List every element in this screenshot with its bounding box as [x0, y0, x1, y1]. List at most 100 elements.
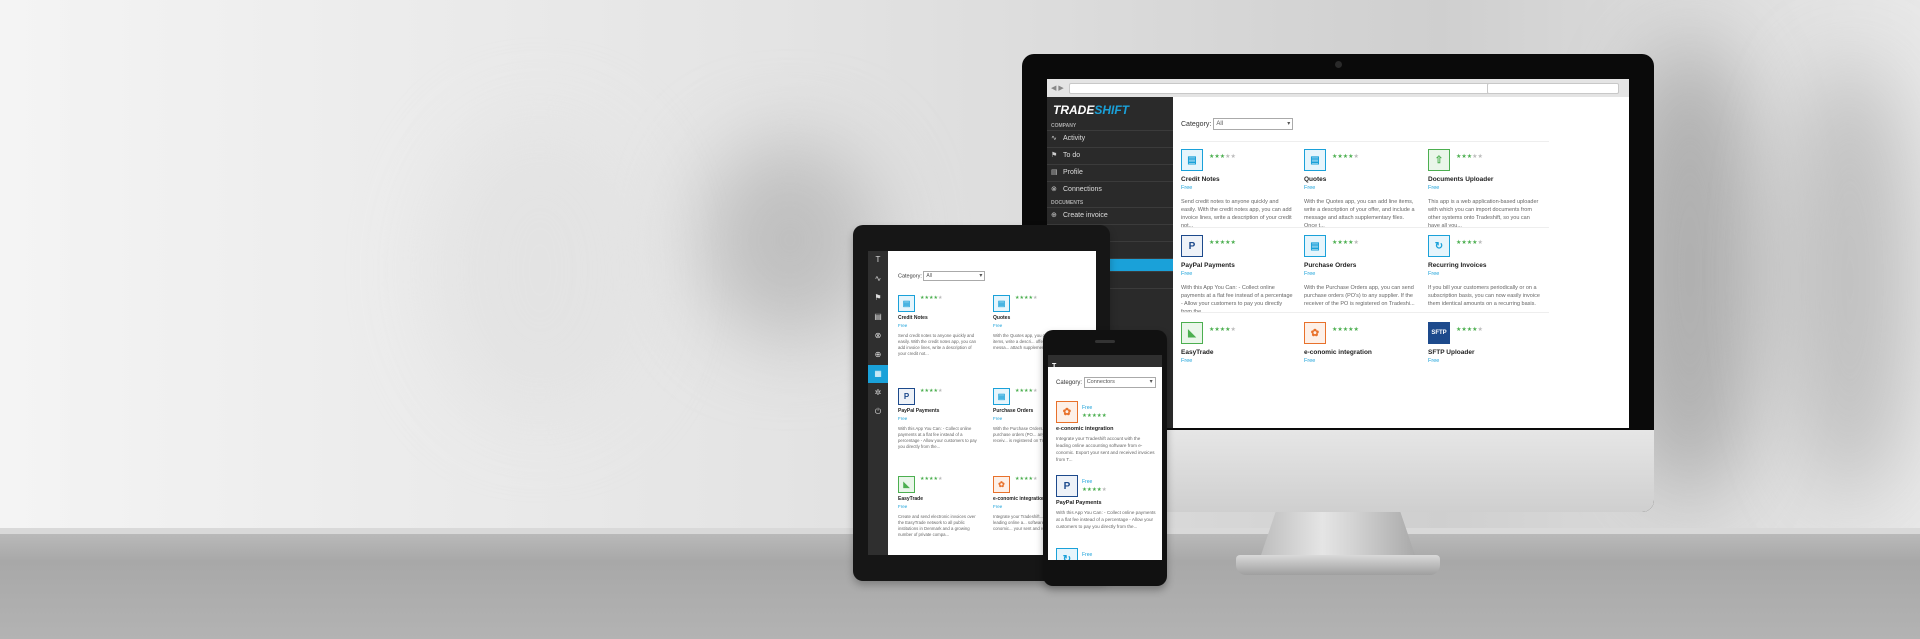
flag-icon: ⚑: [1051, 152, 1058, 159]
star-rating: ★★★★★: [920, 295, 943, 301]
category-filter: Category: All ▾: [898, 271, 986, 281]
app-card-e-conomic-integration[interactable]: ✿ Free ★★★★★ e-conomic integration Integ…: [1056, 401, 1156, 463]
app-description: With this App You Can: - Collect online …: [1056, 510, 1156, 529]
app-name: Quotes: [1304, 176, 1327, 183]
sidebar-section-company: COMPANY: [1051, 123, 1077, 129]
document-icon: ▤: [1181, 149, 1203, 171]
app-price: Free: [898, 323, 908, 328]
app-name: Quotes: [993, 315, 1011, 321]
sidebar-item-activity[interactable]: ∿ Activity: [1047, 130, 1173, 147]
easytrade-icon: ◣: [898, 476, 915, 493]
app-store-main: Category: All ▾ ▤ ★★★★★ Credit Notes Free…: [1173, 97, 1629, 428]
app-price: Free: [1304, 358, 1316, 364]
category-filter: Category: Connectors ▾: [1056, 377, 1156, 388]
category-select[interactable]: All ▾: [1213, 118, 1294, 130]
app-card-credit-notes[interactable]: ▤ ★★★★★ Credit Notes Free Send credit no…: [1181, 149, 1293, 230]
recurring-icon: ↻: [1428, 235, 1450, 257]
monitor-stand: [1260, 512, 1416, 558]
star-rating: ★★★★★: [1082, 487, 1107, 493]
flag-icon[interactable]: ⚑: [868, 289, 888, 307]
app-description: With the Purchase Orders app, you can se…: [1304, 285, 1415, 307]
power-icon[interactable]: ⏻: [868, 403, 888, 421]
star-rating: ★★★★★: [920, 388, 943, 394]
activity-icon: ∿: [1051, 135, 1057, 142]
app-card-sftp-uploader[interactable]: SFTP ★★★★★ SFTP Uploader Free: [1428, 322, 1540, 364]
star-rating: ★★★★★: [1209, 154, 1236, 160]
sidebar-item-connections[interactable]: ⊗ Connections: [1047, 181, 1173, 198]
app-card-paypal-payments[interactable]: P Free ★★★★★ PayPal Payments With this A…: [1056, 475, 1156, 530]
star-rating: ★★★★★: [1456, 240, 1483, 246]
category-filter: Category: All ▾: [1181, 118, 1294, 130]
category-label: Category:: [1181, 120, 1212, 128]
chevron-down-icon: ▾: [979, 273, 983, 279]
divider: [1181, 227, 1549, 228]
tablet-sidebar: T ∿ ⚑ ▤ ⊗ ⊕ ▦ ✲ ⏻: [868, 251, 888, 555]
chevron-down-icon: ▾: [1287, 121, 1291, 127]
app-name: PayPal Payments: [1056, 500, 1102, 506]
star-rating: ★★★★★: [1015, 388, 1038, 394]
phone-topbar: T: [1048, 355, 1162, 370]
profile-icon[interactable]: ▤: [868, 308, 888, 326]
app-card-paypal-payments[interactable]: P ★★★★★ PayPal Payments Free With this A…: [898, 388, 978, 450]
plus-circle-icon[interactable]: ⊕: [868, 346, 888, 364]
app-price: Free: [1304, 185, 1316, 191]
category-select[interactable]: Connectors ▾: [1083, 377, 1156, 388]
app-name: Recurring Invoices: [1428, 262, 1487, 269]
divider: [1181, 312, 1549, 313]
app-price: Free: [898, 504, 908, 509]
app-card-e-conomic-integration[interactable]: ✿ ★★★★★ e-conomic integration Free: [1304, 322, 1416, 364]
apps-grid-icon[interactable]: ▦: [868, 365, 888, 383]
app-card-easytrade[interactable]: ◣ ★★★★★ EasyTrade Free: [1181, 322, 1293, 364]
e-conomic-icon: ✿: [1304, 322, 1326, 344]
star-rating: ★★★★★: [920, 476, 943, 482]
app-price: Free: [1428, 185, 1440, 191]
paypal-icon: P: [1056, 475, 1078, 497]
app-card-credit-notes[interactable]: ▤ ★★★★★ Credit Notes Free Send credit no…: [898, 295, 978, 357]
tradeshift-logo-icon[interactable]: T: [1052, 363, 1056, 370]
address-bar[interactable]: [1069, 83, 1491, 94]
app-card-easytrade[interactable]: ◣ ★★★★★ EasyTrade Free Create and send e…: [898, 476, 978, 538]
gear-icon[interactable]: ✲: [868, 384, 888, 402]
app-name: PayPal Payments: [1181, 262, 1235, 269]
star-rating: ★★★★★: [1456, 154, 1483, 160]
sidebar-item-profile[interactable]: ▤ Profile: [1047, 164, 1173, 181]
connections-icon: ⊗: [1051, 186, 1057, 193]
app-name: e-conomic integration: [1304, 349, 1372, 356]
app-description: Send credit notes to anyone quickly and …: [1181, 199, 1292, 229]
tradeshift-logo-icon[interactable]: T: [868, 251, 888, 269]
app-price: Free: [898, 416, 908, 421]
paypal-icon: P: [1181, 235, 1203, 257]
app-card-quotes[interactable]: ▤ ★★★★★ Quotes Free With the Quotes app,…: [1304, 149, 1416, 230]
app-price: Free: [1082, 479, 1093, 485]
connections-icon[interactable]: ⊗: [868, 327, 888, 345]
app-name: EasyTrade: [898, 496, 924, 502]
browser-search-input[interactable]: [1487, 83, 1619, 94]
sidebar-item-create-invoice[interactable]: ⊕ Create invoice: [1047, 207, 1173, 224]
document-icon: ▤: [993, 388, 1010, 405]
app-price: Free: [1428, 358, 1440, 364]
e-conomic-icon: ✿: [1056, 401, 1078, 423]
app-name: SFTP Uploader: [1428, 349, 1475, 356]
app-card-paypal-payments[interactable]: P ★★★★★ PayPal Payments Free With this A…: [1181, 235, 1293, 316]
category-select[interactable]: All ▾: [923, 271, 986, 281]
sidebar-item-todo[interactable]: ⚑ To do: [1047, 147, 1173, 164]
document-icon: ▤: [1304, 235, 1326, 257]
profile-icon: ▤: [1051, 169, 1058, 176]
phone-screen: T Category: Connectors ▾ ✿ Free ★★★★★ e-c…: [1048, 355, 1162, 560]
app-price: Free: [1082, 552, 1093, 558]
star-rating: ★★★★★: [1082, 413, 1107, 419]
app-card[interactable]: ↻ Free: [1056, 548, 1156, 560]
tradeshift-logo[interactable]: TRADESHIFT: [1053, 103, 1129, 117]
back-forward-icon[interactable]: ◀ ▶: [1051, 84, 1064, 92]
activity-icon[interactable]: ∿: [868, 270, 888, 288]
document-icon: ▤: [993, 295, 1010, 312]
app-name: PayPal Payments: [898, 408, 940, 414]
app-card-recurring-invoices[interactable]: ↻ ★★★★★ Recurring Invoices Free If you b…: [1428, 235, 1540, 316]
recurring-icon: ↻: [1056, 548, 1078, 560]
app-card-documents-uploader[interactable]: ⇧ ★★★★★ Documents Uploader Free This app…: [1428, 149, 1540, 230]
app-description: Integrate your Tradeshift account with t…: [1056, 436, 1155, 462]
category-label: Category:: [1056, 380, 1083, 387]
document-icon: ▤: [898, 295, 915, 312]
app-card-purchase-orders[interactable]: ▤ ★★★★★ Purchase Orders Free With the Pu…: [1304, 235, 1416, 308]
star-rating: ★★★★★: [1456, 327, 1483, 333]
